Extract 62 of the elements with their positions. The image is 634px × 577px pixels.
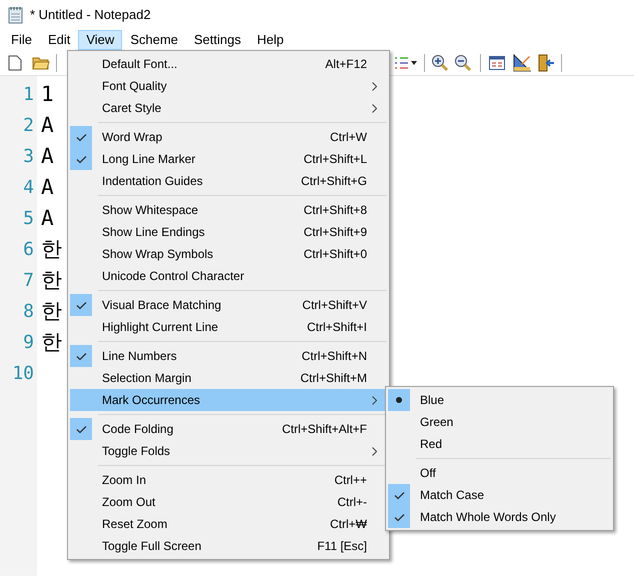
menu-item[interactable]: Show Wrap Symbols Ctrl+Shift+0 bbox=[70, 243, 387, 265]
line-number: 1 bbox=[23, 83, 34, 107]
menu-item[interactable]: Selection Margin Ctrl+Shift+M bbox=[70, 367, 387, 389]
code-line: 한 bbox=[41, 298, 62, 325]
line-number: 7 bbox=[23, 269, 34, 293]
code-line: 1 bbox=[41, 80, 54, 108]
menu-item[interactable]: Match Case bbox=[388, 484, 611, 506]
line-number: 2 bbox=[23, 114, 34, 138]
window-icon[interactable] bbox=[489, 56, 505, 70]
menu-item[interactable]: Help bbox=[249, 30, 292, 50]
menu-item[interactable]: Indentation Guides Ctrl+Shift+G bbox=[70, 170, 387, 192]
menu-item[interactable]: File bbox=[3, 30, 40, 50]
menu-item[interactable]: Mark Occurrences bbox=[70, 389, 387, 411]
folder-icon[interactable] bbox=[32, 55, 50, 70]
menu-item[interactable]: Unicode Control Character bbox=[70, 265, 387, 287]
code-line: 한 bbox=[41, 328, 62, 356]
window-title: * Untitled - Notepad2 bbox=[30, 6, 151, 24]
menu-item[interactable]: Reset Zoom Ctrl+₩ bbox=[70, 513, 387, 535]
line-number: 9 bbox=[23, 331, 34, 355]
menu-item[interactable]: Match Whole Words Only bbox=[388, 506, 611, 528]
line-number: 10 bbox=[12, 362, 34, 386]
menu-item[interactable]: Code Folding Ctrl+Shift+Alt+F bbox=[70, 418, 387, 440]
menu-item[interactable]: View bbox=[78, 30, 122, 50]
menu-item[interactable]: Scheme bbox=[122, 30, 186, 50]
menu-item[interactable]: Long Line Marker Ctrl+Shift+L bbox=[70, 148, 387, 170]
zoom-in-icon[interactable] bbox=[431, 54, 449, 72]
menu-item[interactable]: Settings bbox=[186, 30, 249, 50]
new-file-icon[interactable] bbox=[8, 54, 22, 70]
ruler-pencil-icon[interactable] bbox=[513, 54, 531, 72]
exit-door-icon[interactable] bbox=[537, 54, 555, 72]
code-line: 한 bbox=[41, 266, 62, 294]
menu-item[interactable]: Highlight Current Line Ctrl+Shift+I bbox=[70, 316, 387, 338]
code-line: A bbox=[41, 112, 54, 139]
menu-item[interactable]: Word Wrap Ctrl+W bbox=[70, 126, 387, 148]
code-line: 한 bbox=[41, 236, 62, 263]
menu-item[interactable]: Red bbox=[388, 433, 611, 455]
zoom-out-icon[interactable] bbox=[454, 54, 472, 72]
menu-item[interactable]: Zoom In Ctrl++ bbox=[70, 469, 387, 491]
menu-item[interactable]: Zoom Out Ctrl+- bbox=[70, 491, 387, 513]
code-line: A bbox=[41, 204, 54, 232]
line-number: 8 bbox=[23, 300, 34, 324]
line-number: 3 bbox=[23, 145, 34, 169]
menu-item[interactable]: Show Whitespace Ctrl+Shift+8 bbox=[70, 199, 387, 221]
line-number: 5 bbox=[23, 207, 34, 231]
code-line: A bbox=[41, 142, 54, 170]
notepad-icon bbox=[8, 6, 24, 24]
menu-item[interactable]: Show Line Endings Ctrl+Shift+9 bbox=[70, 221, 387, 243]
menu-item[interactable]: Green bbox=[388, 411, 611, 433]
menu-item[interactable]: Edit bbox=[40, 30, 78, 50]
line-number: 6 bbox=[23, 238, 34, 262]
menu-item[interactable]: Line Numbers Ctrl+Shift+N bbox=[70, 345, 387, 367]
menu-item[interactable]: Visual Brace Matching Ctrl+Shift+V bbox=[70, 294, 387, 316]
menu-item[interactable]: Toggle Folds bbox=[70, 440, 387, 462]
list-dropdown-icon[interactable] bbox=[394, 56, 418, 70]
menu-item[interactable]: Default Font... Alt+F12 bbox=[70, 53, 387, 75]
line-number: 4 bbox=[23, 176, 34, 200]
menu-item[interactable]: Font Quality bbox=[70, 75, 387, 97]
menu-item[interactable]: Toggle Full Screen F11 [Esc] bbox=[70, 535, 387, 557]
menu-item[interactable]: Caret Style bbox=[70, 97, 387, 119]
menu-item[interactable]: Blue bbox=[388, 389, 611, 411]
menu-item[interactable]: Off bbox=[388, 462, 611, 484]
code-line: A bbox=[41, 174, 54, 201]
